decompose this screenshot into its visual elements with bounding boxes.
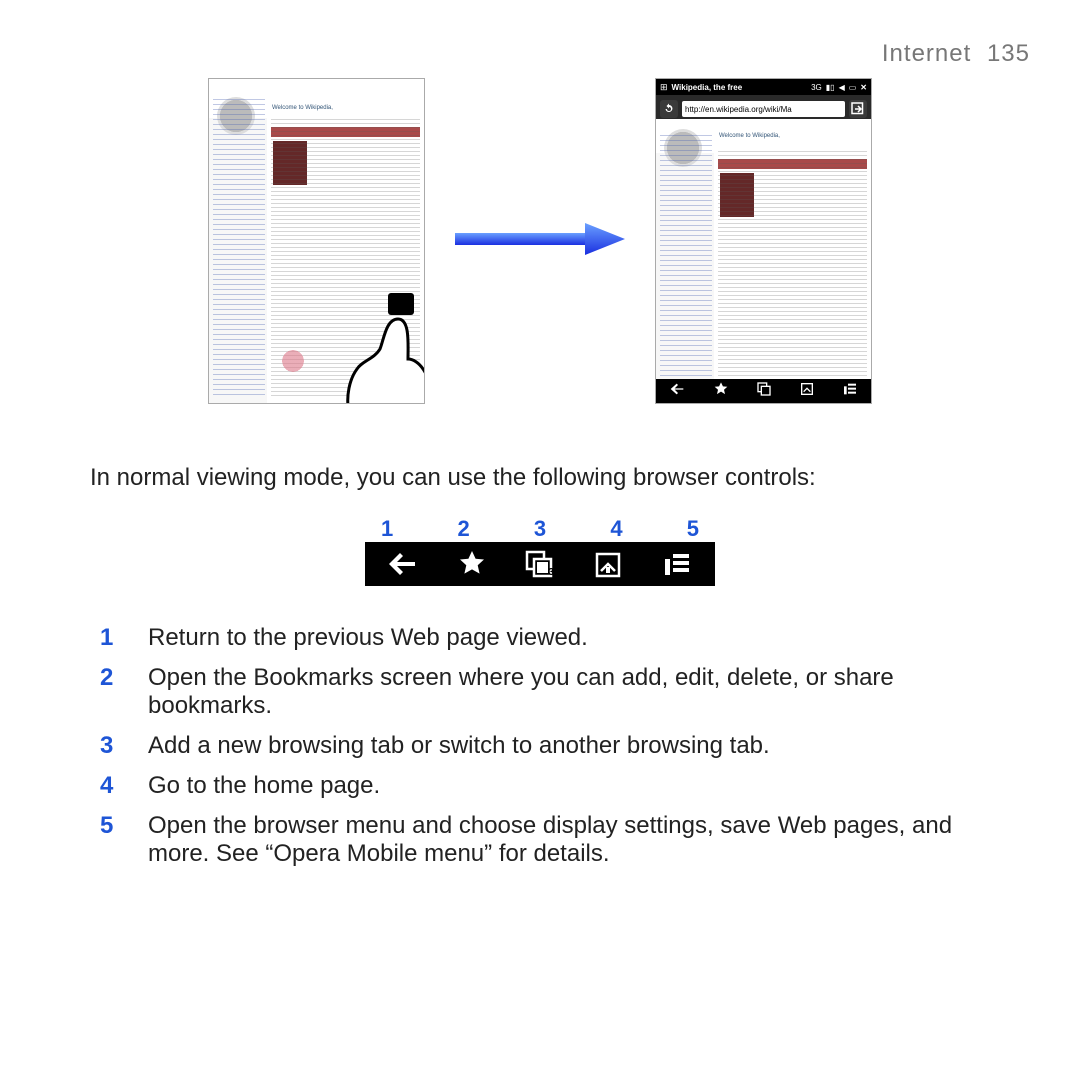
legend-text: Return to the previous Web page viewed. [138, 618, 990, 658]
back-icon[interactable] [670, 381, 686, 402]
legend-number: 4 [90, 766, 138, 806]
legend-table: 1 Return to the previous Web page viewed… [90, 618, 990, 874]
wiki-sidebar-links [660, 135, 712, 399]
toolbar-callout-numbers: 1 2 3 4 5 [365, 516, 715, 542]
callout-number: 5 [687, 516, 699, 542]
screenshot-fullscreen-browse: Welcome to Wikipedia, [208, 78, 425, 404]
wiki-sidebar-links [213, 99, 265, 399]
battery-icon: ▭ [849, 83, 857, 92]
legend-number: 2 [90, 658, 138, 726]
page-number: 135 [987, 40, 1030, 67]
legend-text: Open the browser menu and choose display… [138, 806, 990, 874]
wiki-welcome-text: Welcome to Wikipedia, [719, 133, 780, 139]
home-button[interactable] [588, 548, 628, 580]
browser-toolbar: 3 [365, 542, 715, 586]
legend-text: Go to the home page. [138, 766, 990, 806]
tabs-icon[interactable] [756, 381, 772, 402]
legend-text: Open the Bookmarks screen where you can … [138, 658, 990, 726]
signal-3g-icon: 3G [811, 83, 822, 92]
home-icon[interactable] [799, 381, 815, 402]
hand-tap-icon [322, 289, 425, 404]
table-row: 3 Add a new browsing tab or switch to an… [90, 726, 990, 766]
go-button[interactable] [849, 100, 867, 118]
menu-icon[interactable] [842, 381, 858, 402]
volume-icon: ◀ [839, 83, 845, 92]
manual-page: Internet 135 Welcome to Wikipedia, [0, 0, 1080, 1080]
bookmarks-icon[interactable] [713, 381, 729, 402]
caption-text: In normal viewing mode, you can use the … [40, 464, 1040, 492]
dyk-image [279, 347, 307, 375]
tabs-count-badge: 3 [548, 567, 554, 578]
wiki-body-text [718, 151, 867, 377]
wiki-welcome-text: Welcome to Wikipedia, [272, 105, 333, 111]
legend-text: Add a new browsing tab or switch to anot… [138, 726, 990, 766]
figure-row: Welcome to Wikipedia, [40, 78, 1040, 404]
signal-bars-icon: ▮▯ [826, 83, 835, 92]
callout-number: 1 [381, 516, 393, 542]
browser-toolbar-mini [656, 379, 871, 403]
refresh-button[interactable] [660, 100, 678, 118]
legend-number: 1 [90, 618, 138, 658]
table-row: 2 Open the Bookmarks screen where you ca… [90, 658, 990, 726]
tabs-button[interactable]: 3 [520, 548, 560, 580]
callout-number: 2 [457, 516, 469, 542]
screenshot-normal-view: ⊞ Wikipedia, the free 3G ▮▯ ◀ ▭ ✕ http:/… [655, 78, 872, 404]
bookmarks-button[interactable] [452, 548, 492, 580]
phone-status-bar: ⊞ Wikipedia, the free 3G ▮▯ ◀ ▭ ✕ [656, 79, 871, 95]
legend-number: 3 [90, 726, 138, 766]
menu-button[interactable] [657, 548, 697, 580]
legend-number: 5 [90, 806, 138, 874]
callout-number: 4 [610, 516, 622, 542]
url-field[interactable]: http://en.wikipedia.org/wiki/Ma [682, 101, 845, 117]
transition-arrow-icon [455, 219, 625, 264]
back-button[interactable] [383, 548, 423, 580]
section-title: Internet [882, 40, 971, 67]
topbar-site-name: Wikipedia, the free [672, 83, 743, 92]
windows-flag-icon: ⊞ [660, 82, 668, 93]
callout-number: 3 [534, 516, 546, 542]
close-icon[interactable]: ✕ [860, 83, 867, 92]
table-row: 1 Return to the previous Web page viewed… [90, 618, 990, 658]
table-row: 4 Go to the home page. [90, 766, 990, 806]
table-row: 5 Open the browser menu and choose displ… [90, 806, 990, 874]
page-header: Internet 135 [40, 40, 1040, 68]
toolbar-figure: 1 2 3 4 5 3 [365, 516, 715, 586]
